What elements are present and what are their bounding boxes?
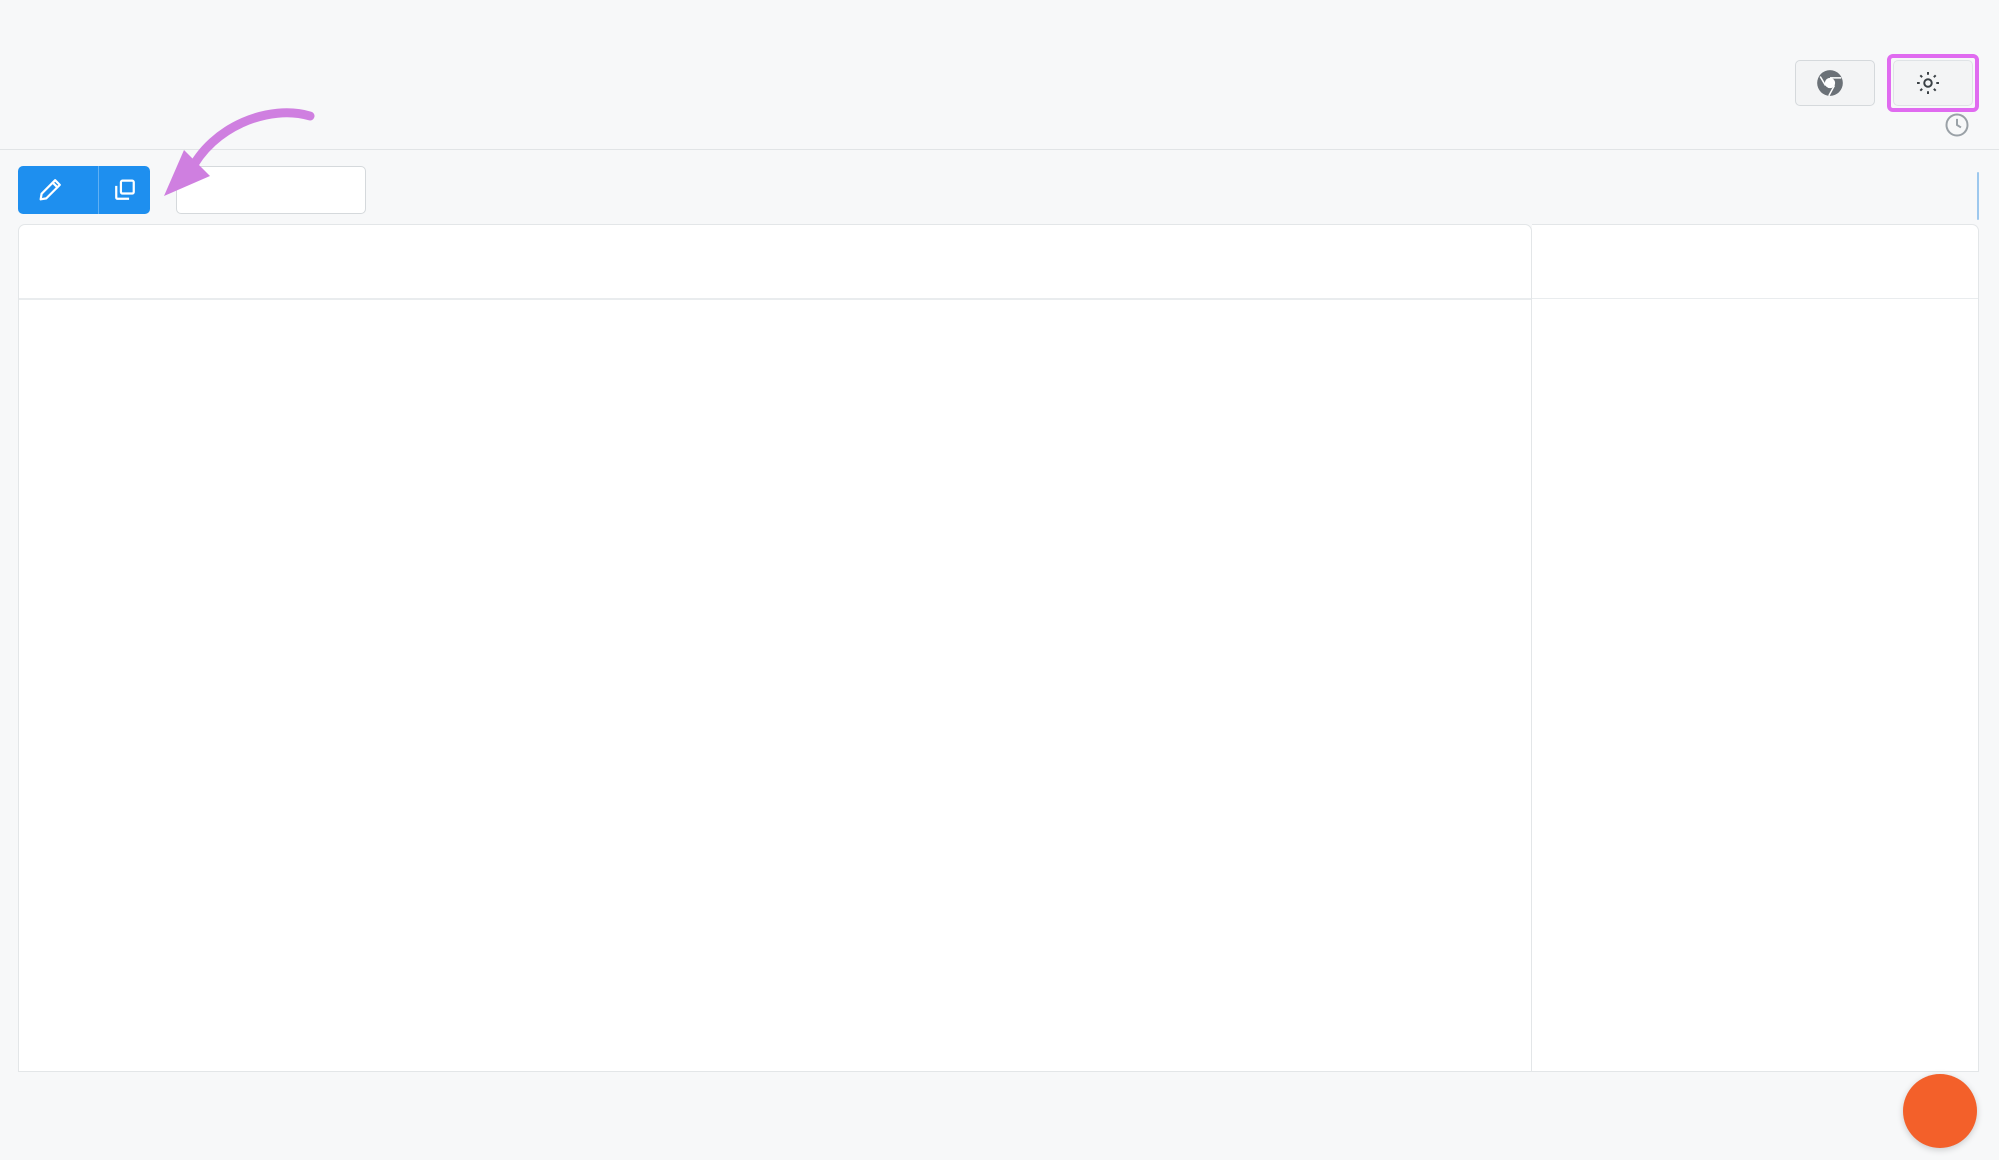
calendar-grid — [19, 300, 1531, 1071]
new-post-group — [18, 166, 150, 214]
tab-bar — [0, 104, 1999, 150]
chrome-extension-button[interactable] — [1795, 60, 1875, 106]
toolbar — [0, 150, 1999, 224]
calendar-card — [18, 224, 1532, 1072]
copy-icon — [111, 176, 139, 204]
title-row — [0, 42, 1999, 104]
pencil-icon — [36, 176, 64, 204]
day-detail-header — [1532, 225, 1978, 299]
timezone-indicator — [1943, 111, 1979, 139]
help-button[interactable] — [1903, 1074, 1977, 1148]
new-post-button[interactable] — [18, 166, 98, 214]
main-area — [0, 224, 1999, 1072]
clock-icon — [1943, 111, 1971, 139]
gear-icon — [1914, 69, 1942, 97]
chrome-icon — [1816, 69, 1844, 97]
calendar-header — [19, 225, 1531, 299]
breadcrumb — [0, 0, 1999, 42]
bulk-post-button[interactable] — [98, 166, 150, 214]
profiles-filter-select[interactable] — [176, 166, 366, 214]
day-detail-panel — [1532, 224, 1979, 1072]
view-toggle — [1977, 172, 1979, 220]
settings-button[interactable] — [1893, 60, 1973, 106]
